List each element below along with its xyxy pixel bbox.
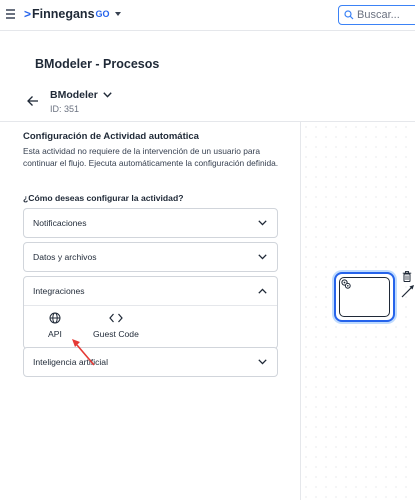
search-box[interactable]	[338, 5, 415, 25]
top-bar: > Finnegans GO	[0, 0, 415, 31]
back-arrow-icon[interactable]	[27, 95, 39, 107]
menu-icon[interactable]	[6, 9, 16, 19]
guest-code-option-label: Guest Code	[93, 329, 139, 339]
chevron-down-icon	[258, 254, 267, 260]
gears-icon	[341, 279, 351, 289]
automatic-task-node[interactable]	[334, 272, 395, 322]
chevron-down-icon	[258, 359, 267, 365]
trash-icon[interactable]	[402, 271, 412, 282]
accordion-inteligencia-artificial[interactable]: Inteligencia artificial	[23, 347, 278, 377]
chevron-down-icon	[114, 12, 121, 16]
guest-code-option[interactable]: Guest Code	[93, 312, 139, 339]
config-title: Configuración de Actividad automática	[23, 131, 199, 142]
api-option[interactable]: API	[48, 312, 62, 339]
chevron-down-icon	[258, 220, 267, 226]
globe-icon	[49, 312, 61, 324]
api-option-label: API	[48, 329, 62, 339]
page-title: BModeler - Procesos	[35, 57, 160, 71]
brand-logo[interactable]: > Finnegans GO	[24, 7, 121, 21]
code-icon	[109, 313, 123, 323]
accordion-datos-archivos[interactable]: Datos y archivos	[23, 242, 278, 272]
accordion-label: Integraciones	[33, 286, 85, 296]
brand-name: Finnegans	[32, 7, 95, 21]
accordion-integraciones[interactable]: Integraciones API Guest Code	[23, 276, 278, 349]
brand-suffix: GO	[95, 9, 110, 19]
process-id: ID: 351	[50, 104, 80, 114]
search-input[interactable]	[357, 9, 413, 21]
config-question: ¿Cómo deseas configurar la actividad?	[23, 193, 184, 203]
brand-chevron-icon: >	[24, 7, 32, 21]
process-selector[interactable]: BModeler	[50, 89, 112, 101]
accordion-label: Inteligencia artificial	[33, 357, 108, 367]
connect-arrow-icon[interactable]	[401, 284, 415, 298]
chevron-up-icon	[258, 288, 267, 294]
integraciones-options: API Guest Code	[24, 305, 277, 348]
search-icon	[344, 10, 354, 20]
config-description: Esta actividad no requiere de la interve…	[23, 146, 279, 168]
accordion-notificaciones[interactable]: Notificaciones	[23, 208, 278, 238]
chevron-down-icon	[103, 92, 112, 98]
accordion-label: Datos y archivos	[33, 252, 97, 262]
accordion-label: Notificaciones	[33, 218, 87, 228]
process-name: BModeler	[50, 89, 98, 101]
